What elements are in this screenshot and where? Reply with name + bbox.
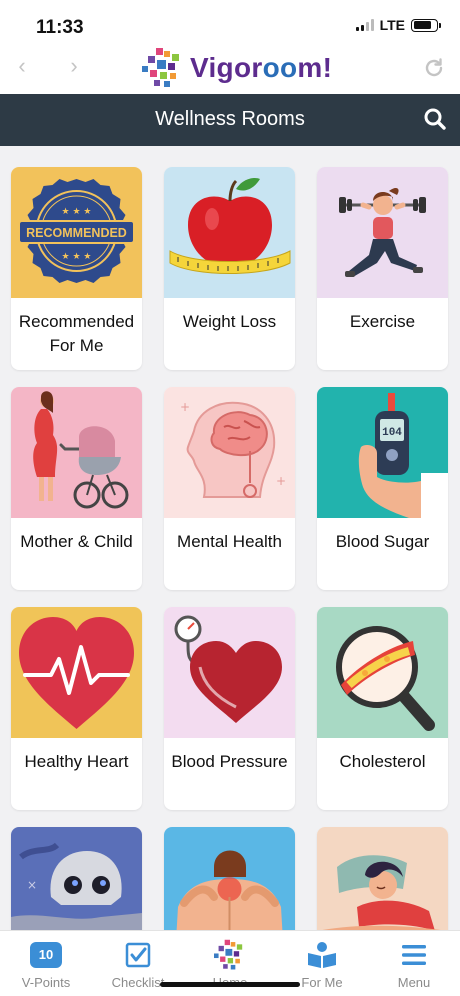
nav-label: V-Points xyxy=(21,975,71,990)
brain-head-icon: + + xyxy=(164,387,295,518)
chevron-right-icon[interactable]: › xyxy=(62,54,86,78)
checkbox-icon xyxy=(122,940,154,970)
sleeping-woman-icon xyxy=(317,827,448,930)
room-label: Blood Sugar xyxy=(335,532,430,551)
room-label: Healthy Heart xyxy=(24,752,129,771)
chevron-left-icon[interactable]: ‹ xyxy=(10,54,34,78)
network-type: LTE xyxy=(379,17,405,33)
room-label: Mental Health xyxy=(177,532,282,551)
heart-gauge-icon xyxy=(164,607,295,738)
svg-text:★ ★ ★: ★ ★ ★ xyxy=(62,207,92,217)
glucometer-icon: 104 xyxy=(317,387,448,518)
svg-text:+: + xyxy=(180,400,190,414)
search-icon[interactable] xyxy=(422,106,448,132)
svg-text:★ ★ ★: ★ ★ ★ xyxy=(62,252,92,262)
room-card-recommended[interactable]: RECOMMENDED ★ ★ ★ ★ ★ ★ Recommended For … xyxy=(11,167,142,370)
badge-text: RECOMMENDED xyxy=(26,226,127,240)
smoking-skull-icon: × xyxy=(11,827,142,930)
logo-mark-icon xyxy=(142,48,184,88)
room-card-blood-sugar[interactable]: 104 Blood Sugar xyxy=(317,387,448,590)
room-card-healthy-heart[interactable]: Healthy Heart xyxy=(11,607,142,810)
glucometer-reading: 104 xyxy=(382,427,402,439)
page-header: Wellness Rooms xyxy=(0,94,460,146)
room-card-mental-health[interactable]: + + Mental Health xyxy=(164,387,295,590)
room-card-cholesterol[interactable]: Cholesterol xyxy=(317,607,448,810)
room-card-back-pain[interactable] xyxy=(164,827,295,930)
signal-icon xyxy=(355,19,374,31)
room-label: Mother & Child xyxy=(20,532,133,551)
apple-tape-icon xyxy=(164,167,295,298)
room-label: Blood Pressure xyxy=(171,752,288,771)
battery-icon xyxy=(411,18,441,32)
room-card-sleep[interactable] xyxy=(317,827,448,930)
reload-icon[interactable] xyxy=(422,56,446,80)
rooms-grid: RECOMMENDED ★ ★ ★ ★ ★ ★ Recommended For … xyxy=(0,146,460,930)
room-card-blood-pressure[interactable]: Blood Pressure xyxy=(164,607,295,810)
logo-text-part: Vigor xyxy=(190,52,263,83)
open-book-icon xyxy=(306,940,338,970)
home-logo-icon xyxy=(214,939,246,970)
room-label: Exercise xyxy=(349,312,416,331)
room-card-weight-loss[interactable]: Weight Loss xyxy=(164,167,295,370)
svg-text:+: + xyxy=(276,474,286,488)
vigoroom-logo[interactable]: Vigoroom! xyxy=(142,48,332,88)
logo-text-part: oo xyxy=(262,52,298,83)
recommended-badge-icon: RECOMMENDED ★ ★ ★ ★ ★ ★ xyxy=(11,167,142,298)
points-badge: 10 xyxy=(30,942,62,968)
dumbbell-woman-icon xyxy=(317,167,448,298)
page-title: Wellness Rooms xyxy=(155,108,305,130)
nav-v-points[interactable]: 10 V-Points xyxy=(0,931,92,996)
status-indicators: LTE xyxy=(355,17,441,33)
status-time: 11:33 xyxy=(36,17,84,38)
home-indicator xyxy=(160,982,300,987)
nav-label: Menu xyxy=(397,975,431,990)
room-label: Cholesterol xyxy=(339,752,426,771)
artery-magnifier-icon xyxy=(317,607,448,738)
room-card-exercise[interactable]: Exercise xyxy=(317,167,448,370)
logo-text-part: m! xyxy=(297,52,333,83)
points-badge-icon: 10 xyxy=(30,940,62,970)
room-label: Recommended For Me xyxy=(18,312,135,355)
room-label: Weight Loss xyxy=(182,312,277,331)
logo-text: Vigoroom! xyxy=(190,52,332,84)
room-card-mother-child[interactable]: Mother & Child xyxy=(11,387,142,590)
back-pain-icon xyxy=(164,827,295,930)
hamburger-icon xyxy=(398,940,430,970)
pregnant-stroller-icon xyxy=(11,387,142,518)
heart-pulse-icon xyxy=(11,607,142,738)
nav-menu[interactable]: Menu xyxy=(368,931,460,996)
svg-text:×: × xyxy=(27,878,37,892)
room-card-smoking[interactable]: × xyxy=(11,827,142,930)
app-toolbar: ‹ › Vigoroom! xyxy=(0,42,460,94)
